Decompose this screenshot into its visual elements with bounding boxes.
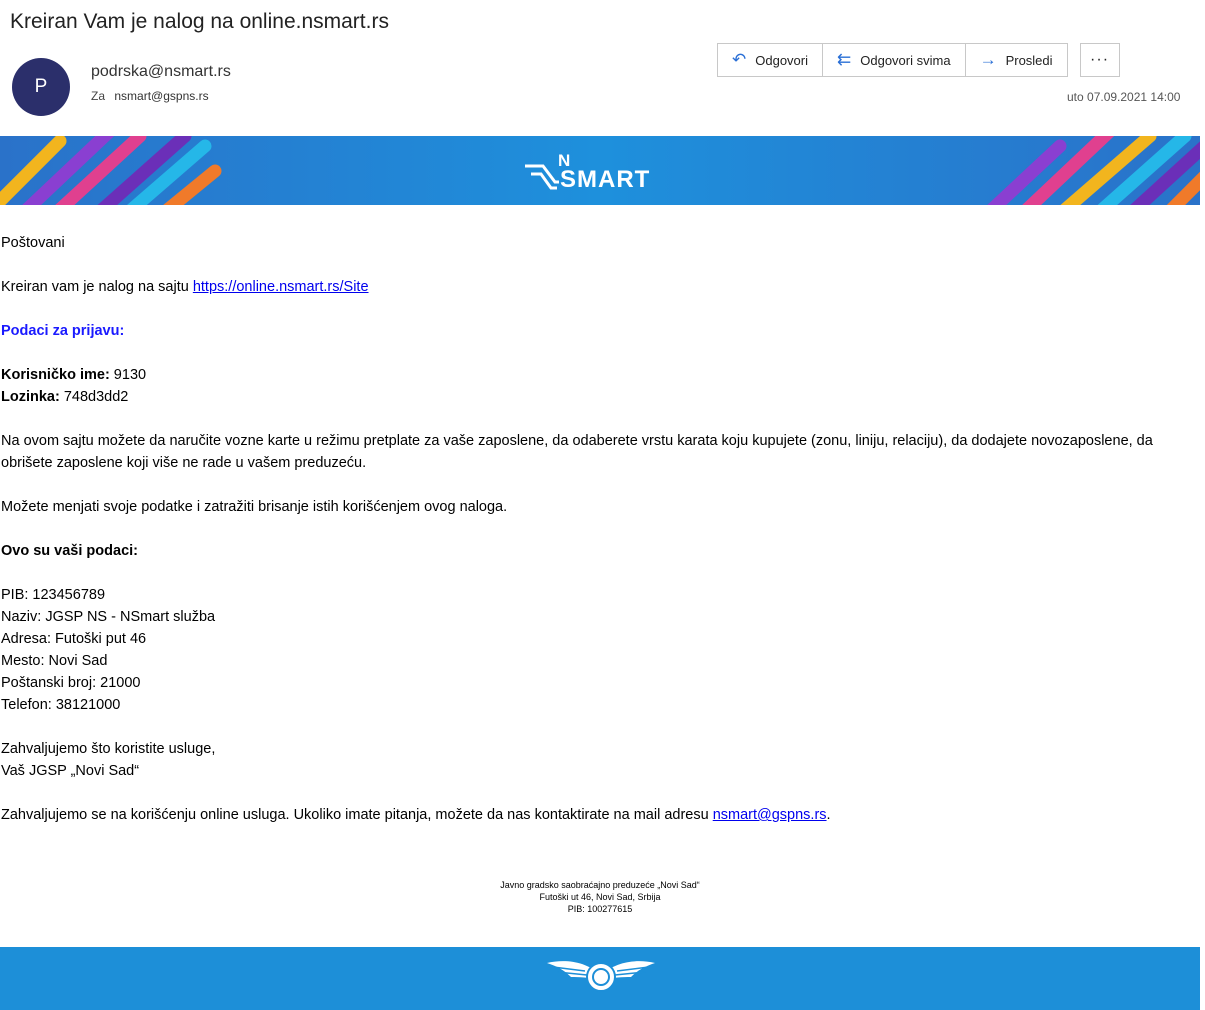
contact-email-link[interactable]: nsmart@gspns.rs xyxy=(713,807,827,823)
email-body: Poštovani Kreiran vam je nalog na sajtu … xyxy=(1,232,1196,826)
footer-company: Javno gradsko saobraćajno preduzeće „Nov… xyxy=(500,880,700,890)
message-actions: ↶ Odgovori ⇇ Odgovori svima → Prosledi ·… xyxy=(717,43,1120,79)
reply-icon: ↶ xyxy=(732,50,747,69)
email-subject: Kreiran Vam je nalog na online.nsmart.rs xyxy=(10,10,389,33)
thanks-line-2: Vaš JGSP „Novi Sad“ xyxy=(1,763,140,779)
password-label: Lozinka: xyxy=(1,389,60,405)
logo-text: SMART xyxy=(560,166,651,193)
footer-info: Javno gradsko saobraćajno preduzeće „Nov… xyxy=(0,879,1200,915)
sender-address[interactable]: podrska@nsmart.rs xyxy=(91,63,231,81)
footer-address: Futoški ut 46, Novi Sad, Srbija xyxy=(539,892,661,902)
recipient-line: Za nsmart@gspns.rs xyxy=(91,89,209,103)
intro-paragraph: Kreiran vam je nalog na sajtu https://on… xyxy=(1,276,1196,298)
jgsp-emblem-icon xyxy=(547,961,655,992)
detail-phone: Telefon: 38121000 xyxy=(1,697,121,713)
footer-pib: PIB: 100277615 xyxy=(567,904,633,914)
avatar-letter: P xyxy=(34,76,48,97)
reply-button[interactable]: ↶ Odgovori xyxy=(717,43,823,77)
site-link[interactable]: https://online.nsmart.rs/Site xyxy=(193,279,369,295)
details-heading: Ovo su vaši podaci: xyxy=(1,543,138,559)
detail-city: Mesto: Novi Sad xyxy=(1,653,108,669)
greeting: Poštovani xyxy=(1,235,65,251)
intro-text: Kreiran vam je nalog na sajtu xyxy=(1,279,189,295)
details-list: PIB: 123456789 Naziv: JGSP NS - NSmart s… xyxy=(1,584,1196,716)
username-value: 9130 xyxy=(109,367,147,383)
message-date: uto 07.09.2021 14:00 xyxy=(1067,90,1181,104)
username-label: Korisničko ime: xyxy=(1,367,110,383)
more-icon: ··· xyxy=(1090,51,1110,68)
reply-all-icon: ⇇ xyxy=(837,50,852,69)
forward-label: Prosledi xyxy=(1005,52,1053,68)
info-paragraph: Na ovom sajtu možete da naručite vozne k… xyxy=(1,433,1153,471)
forward-button[interactable]: → Prosledi xyxy=(964,43,1068,77)
reply-all-label: Odgovori svima xyxy=(860,52,951,68)
closing-end: . xyxy=(826,807,831,823)
forward-icon: → xyxy=(979,50,997,69)
login-heading: Podaci za prijavu: xyxy=(1,323,125,339)
closing-paragraph: Zahvaljujemo se na korišćenju online usl… xyxy=(1,804,1196,826)
reply-label: Odgovori xyxy=(755,52,808,68)
detail-postal: Poštanski broj: 21000 xyxy=(1,675,141,691)
reply-all-button[interactable]: ⇇ Odgovori svima xyxy=(822,43,966,77)
sender-avatar[interactable]: P xyxy=(12,58,70,116)
password-line: Lozinka: 748d3dd2 xyxy=(1,386,1196,408)
recipient-address[interactable]: nsmart@gspns.rs xyxy=(114,89,208,103)
detail-pib: PIB: 123456789 xyxy=(1,587,106,603)
detail-address: Adresa: Futoški put 46 xyxy=(1,631,147,647)
data-paragraph: Možete menjati svoje podatke i zatražiti… xyxy=(1,499,508,515)
detail-name: Naziv: JGSP NS - NSmart služba xyxy=(1,609,216,625)
password-value: 748d3dd2 xyxy=(59,389,129,405)
more-actions-button[interactable]: ··· xyxy=(1079,43,1120,77)
username-line: Korisničko ime: 9130 xyxy=(1,364,1196,386)
closing-text: Zahvaljujemo se na korišćenju online usl… xyxy=(1,807,709,823)
thanks-line-1: Zahvaljujemo što koristite usluge, xyxy=(1,741,216,757)
recipient-prefix: Za xyxy=(91,89,106,103)
